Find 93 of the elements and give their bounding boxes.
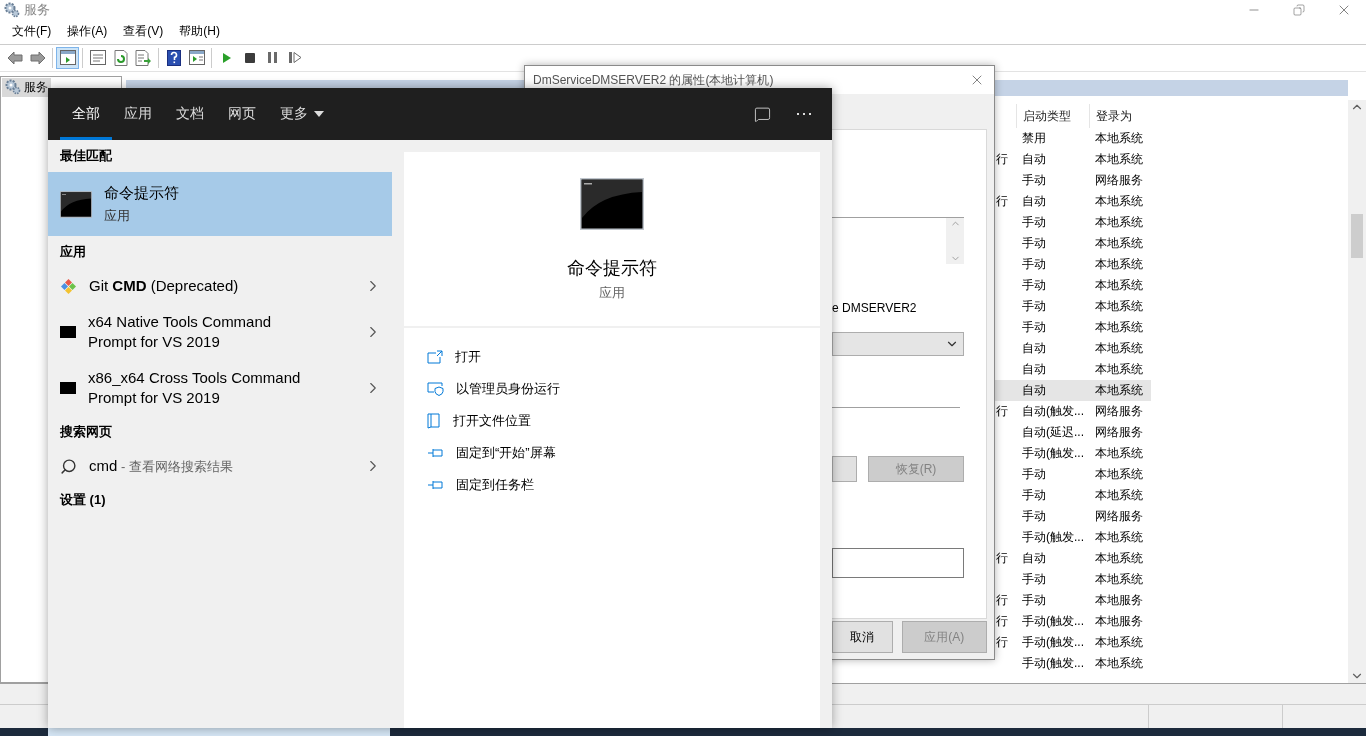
column-header[interactable]: 登录为	[1089, 103, 1151, 128]
table-cell-text: 行	[995, 591, 1009, 609]
section-header: 应用	[59, 243, 87, 261]
menu-item[interactable]: 文件(F)	[4, 20, 60, 43]
table-cell-text: 自动	[1021, 339, 1047, 357]
window-title: 服务	[24, 1, 50, 19]
table-cell-text: 网络服务	[1094, 402, 1144, 420]
table-cell-text: 手动(触发...	[1021, 612, 1085, 630]
result-item[interactable]: x86_x64 Cross Tools Command Prompt for VS 2019	[48, 360, 392, 416]
table-cell-text: 本地系统	[1094, 339, 1144, 357]
tab[interactable]: 更多	[268, 88, 336, 140]
section-header: 最佳匹配	[59, 147, 113, 165]
action-item[interactable]: 打开文件位置	[404, 405, 820, 437]
table-cell-text: 行	[995, 402, 1009, 420]
table-cell-text: 手动(触发...	[1021, 654, 1085, 672]
table-cell-text: 本地系统	[1094, 654, 1144, 672]
tab[interactable]: 应用	[112, 88, 164, 140]
tab[interactable]: 网页	[216, 88, 268, 140]
table-cell-text: 手动	[1021, 486, 1047, 504]
table-cell-text: 本地系统	[1094, 549, 1144, 567]
table-cell-text: 手动	[1021, 255, 1047, 273]
result-item[interactable]: cmd - 查看网络搜索结果	[48, 448, 392, 484]
table-cell-text: 手动(触发...	[1021, 444, 1085, 462]
table-cell-text: 网络服务	[1094, 423, 1144, 441]
best-match-item[interactable]: 命令提示符 应用	[48, 172, 392, 236]
result-item[interactable]: Git CMD (Deprecated)	[48, 268, 392, 304]
table-cell-text: 行	[995, 549, 1009, 567]
table-cell-text: 禁用	[1021, 129, 1047, 147]
section-header: 设置 (1)	[59, 491, 107, 509]
table-cell-text: 本地系统	[1094, 381, 1144, 399]
table-cell-text: 自动	[1021, 150, 1047, 168]
table-cell-text: 行	[995, 633, 1009, 651]
table-cell-text: 本地系统	[1094, 318, 1144, 336]
table-cell-text: 本地系统	[1094, 465, 1144, 483]
table-cell-text: 本地系统	[1094, 213, 1144, 231]
table-cell-text: 本地系统	[1094, 444, 1144, 462]
table-cell-text: 手动	[1021, 318, 1047, 336]
table-cell-text: 本地系统	[1094, 192, 1144, 210]
table-cell-text: 本地系统	[1094, 360, 1144, 378]
action-item[interactable]: 以管理员身份运行	[404, 373, 820, 405]
section-header: 搜索网页	[59, 423, 113, 441]
table-cell-text: 本地系统	[1094, 234, 1144, 252]
table-cell-text: 手动	[1021, 570, 1047, 588]
app-type: 应用	[599, 284, 625, 302]
table-cell-text: 本地系统	[1094, 528, 1144, 546]
table-cell-text: 手动	[1021, 213, 1047, 231]
tree-item[interactable]: 服务	[2, 77, 51, 97]
table-cell-text: 网络服务	[1094, 507, 1144, 525]
menu-item[interactable]: 操作(A)	[59, 20, 116, 43]
table-cell-text: 本地服务	[1094, 591, 1144, 609]
app-type: 应用	[104, 206, 131, 225]
table-cell-text: 本地系统	[1094, 276, 1144, 294]
table-cell-text: 自动	[1021, 549, 1047, 567]
table-cell-text: 行	[995, 150, 1009, 168]
column-header[interactable]: 启动类型	[1016, 103, 1089, 128]
table-cell-text: 手动	[1021, 276, 1047, 294]
result-item[interactable]: x64 Native Tools Command Prompt for VS 2019	[48, 304, 392, 360]
table-cell-text: 行	[995, 612, 1009, 630]
table-cell-text: 手动	[1021, 465, 1047, 483]
menu-item[interactable]: 查看(V)	[115, 20, 172, 43]
table-cell-text: 本地系统	[1094, 486, 1144, 504]
dialog-button[interactable]: 取消	[832, 621, 893, 653]
table-cell-text: 本地系统	[1094, 633, 1144, 651]
table-cell-text: 自动(触发...	[1021, 402, 1085, 420]
menu-item[interactable]: 帮助(H)	[171, 20, 228, 43]
tab[interactable]: 文档	[164, 88, 216, 140]
action-item[interactable]: 固定到任务栏	[404, 469, 820, 501]
table-cell-text: 手动(触发...	[1021, 633, 1085, 651]
table-cell-text: 手动	[1021, 591, 1047, 609]
table-cell-text: 网络服务	[1094, 171, 1144, 189]
table-cell-text: 手动	[1021, 234, 1047, 252]
table-cell-text: 本地系统	[1094, 129, 1144, 147]
app-name: 命令提示符	[104, 183, 179, 203]
table-cell-text: 自动	[1021, 381, 1047, 399]
table-cell-text: 本地系统	[1094, 297, 1144, 315]
table-cell-text: 手动	[1021, 171, 1047, 189]
action-item[interactable]: 打开	[404, 341, 820, 373]
table-cell-text: 自动	[1021, 192, 1047, 210]
table-cell-text: 手动	[1021, 297, 1047, 315]
service-path-text: e DMSERVER2	[832, 301, 918, 315]
table-cell-text: 行	[995, 192, 1009, 210]
table-cell-text: 本地系统	[1094, 150, 1144, 168]
app-name: 命令提示符	[567, 257, 657, 280]
table-cell-text: 本地系统	[1094, 570, 1144, 588]
table-cell-text: 手动(触发...	[1021, 528, 1085, 546]
table-cell-text: 自动(延迟...	[1021, 423, 1085, 441]
table-cell-text: 自动	[1021, 360, 1047, 378]
table-cell-text: 本地系统	[1094, 255, 1144, 273]
dialog-title: DmServiceDMSERVER2 的属性(本地计算机)	[533, 71, 774, 89]
table-cell-text: 手动	[1021, 507, 1047, 525]
action-item[interactable]: 固定到“开始”屏幕	[404, 437, 820, 469]
tab[interactable]: 全部	[60, 88, 112, 140]
table-cell-text: 本地服务	[1094, 612, 1144, 630]
